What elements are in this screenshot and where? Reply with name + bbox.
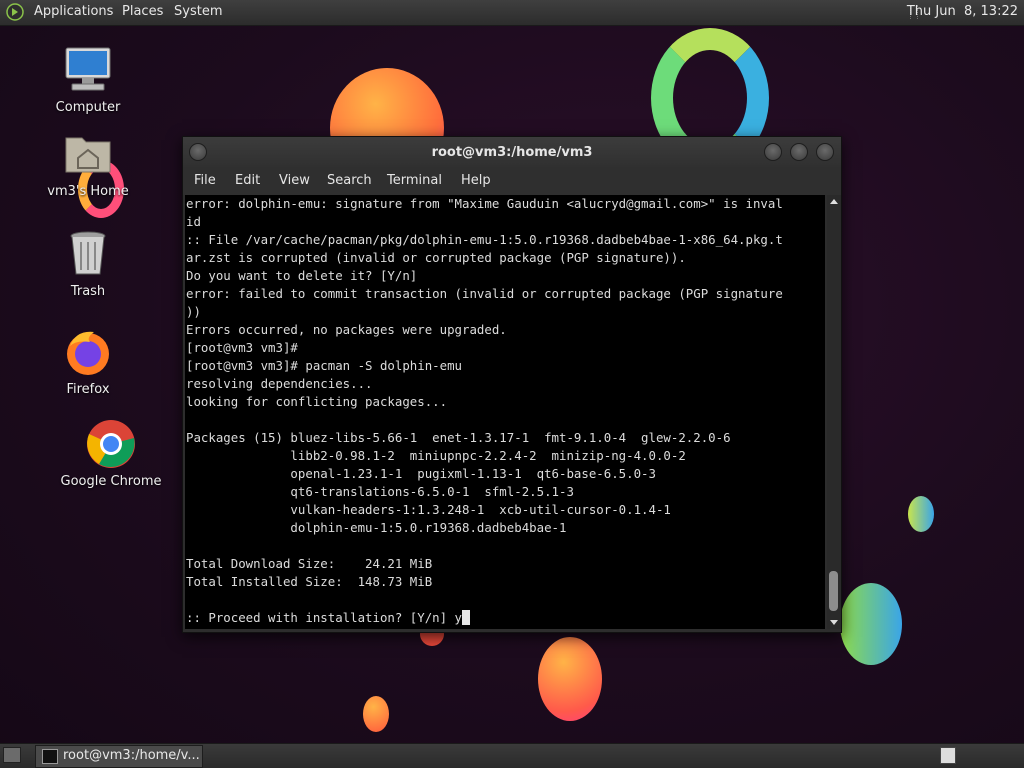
home-folder-icon <box>62 128 114 180</box>
close-button[interactable] <box>816 143 834 161</box>
scroll-up-arrow-icon[interactable] <box>830 199 838 204</box>
terminal-icon <box>42 749 58 764</box>
computer-icon <box>62 44 114 96</box>
menu-file[interactable]: File <box>194 173 216 188</box>
terminal-line: vulkan-headers-1:1.3.248-1 xcb-util-curs… <box>186 502 671 517</box>
text-cursor <box>462 610 471 625</box>
menu-search[interactable]: Search <box>327 173 372 188</box>
desktop-icon-chrome[interactable]: Google Chrome <box>56 418 166 489</box>
desktop-icon-label: Google Chrome <box>60 474 162 489</box>
applications-menu[interactable]: Applications <box>34 4 113 19</box>
taskbar-terminal-button[interactable]: root@vm3:/home/v... <box>35 745 203 768</box>
menu-view[interactable]: View <box>279 173 310 188</box>
terminal-line: Total Installed Size: 148.73 MiB <box>186 574 433 589</box>
terminal-line: Packages (15) bluez-libs-5.66-1 enet-1.3… <box>186 430 731 445</box>
firefox-icon <box>62 326 114 378</box>
terminal-line: :: File /var/cache/pacman/pkg/dolphin-em… <box>186 232 783 247</box>
desktop-icon-trash[interactable]: Trash <box>33 228 143 299</box>
desktop-icon-label: vm3's Home <box>47 184 129 199</box>
terminal-line: resolving dependencies... <box>186 376 373 391</box>
trash-icon <box>62 228 114 280</box>
wallpaper-blob <box>840 583 902 665</box>
terminal-line: [root@vm3 vm3]# pacman -S dolphin-emu <box>186 358 463 373</box>
terminal-line: Total Download Size: 24.21 MiB <box>186 556 433 571</box>
show-desktop-icon[interactable] <box>3 747 21 763</box>
taskbar-button-label: root@vm3:/home/v... <box>63 748 200 763</box>
terminal-line: openal-1.23.1-1 pugixml-1.13-1 qt6-base-… <box>186 466 656 481</box>
prompt-text: :: Proceed with installation? [Y/n] y <box>186 610 463 625</box>
terminal-line: qt6-translations-6.5.0-1 sfml-2.5.1-3 <box>186 484 574 499</box>
terminal-line: error: failed to commit transaction (inv… <box>186 286 783 301</box>
workspace-switcher[interactable] <box>940 747 956 764</box>
terminal-line: ar.zst is corrupted (invalid or corrupte… <box>186 250 686 265</box>
terminal-menubar: File Edit View Search Terminal Help <box>183 167 841 195</box>
terminal-line: error: dolphin-emu: signature from "Maxi… <box>186 196 783 211</box>
desktop-icon-home[interactable]: vm3's Home <box>33 128 143 199</box>
terminal-output[interactable]: error: dolphin-emu: signature from "Maxi… <box>185 195 825 629</box>
terminal-line: libb2-0.98.1-2 miniupnpc-2.2.4-2 minizip… <box>186 448 686 463</box>
wallpaper-blob <box>363 696 389 732</box>
terminal-line: Do you want to delete it? [Y/n] <box>186 268 418 283</box>
clock[interactable]: Thu Jun 8, 13:22 <box>907 4 1018 19</box>
chrome-icon <box>85 418 137 470</box>
maximize-button[interactable] <box>790 143 808 161</box>
desktop-icon-firefox[interactable]: Firefox <box>33 326 143 397</box>
wallpaper-blob <box>908 496 934 532</box>
terminal-line: )) <box>186 304 201 319</box>
terminal-line: [root@vm3 vm3]# <box>186 340 298 355</box>
terminal-line: id <box>186 214 201 229</box>
desktop-icon-computer[interactable]: Computer <box>33 44 143 115</box>
terminal-prompt-line: :: Proceed with installation? [Y/n] y <box>185 609 825 627</box>
wallpaper-blob <box>538 637 602 721</box>
menu-terminal[interactable]: Terminal <box>387 173 442 188</box>
window-titlebar[interactable]: root@vm3:/home/vm3 <box>183 137 841 167</box>
top-panel: Applications Places System Thu Jun 8, 13… <box>0 0 1024 26</box>
menu-help[interactable]: Help <box>461 173 491 188</box>
desktop-icon-label: Trash <box>70 284 106 299</box>
terminal-scrollbar[interactable] <box>827 195 841 629</box>
terminal-line: dolphin-emu-1:5.0.r19368.dadbeb4bae-1 <box>186 520 567 535</box>
menu-edit[interactable]: Edit <box>235 173 260 188</box>
terminal-window[interactable]: root@vm3:/home/vm3 File Edit View Search… <box>182 136 842 633</box>
window-title: root@vm3:/home/vm3 <box>431 145 593 160</box>
scroll-down-arrow-icon[interactable] <box>830 620 838 625</box>
terminal-line: Errors occurred, no packages were upgrad… <box>186 322 507 337</box>
minimize-button[interactable] <box>764 143 782 161</box>
app-menu-icon[interactable] <box>6 3 24 21</box>
places-menu[interactable]: Places <box>122 4 163 19</box>
desktop-icon-label: Firefox <box>66 382 110 397</box>
scrollbar-thumb[interactable] <box>829 571 838 611</box>
system-menu[interactable]: System <box>174 4 222 19</box>
bottom-panel: root@vm3:/home/v... <box>0 743 1024 768</box>
desktop-icon-label: Computer <box>55 100 121 115</box>
terminal-line: looking for conflicting packages... <box>186 394 448 409</box>
